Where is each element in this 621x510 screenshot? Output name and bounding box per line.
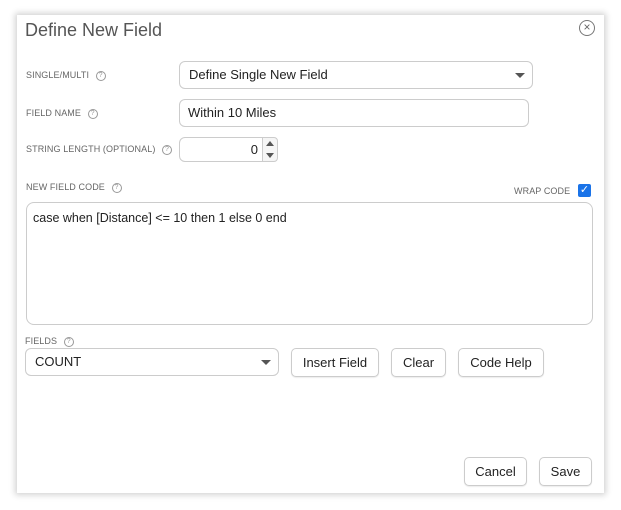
wrap-code-checkbox[interactable]: ✓: [578, 184, 591, 197]
single-multi-value: Define Single New Field: [189, 67, 328, 82]
new-field-code-label-text: NEW FIELD CODE: [26, 182, 105, 192]
single-multi-label-text: SINGLE/MULTI: [26, 70, 90, 80]
define-new-field-dialog: Define New Field × SINGLE/MULTI ? Define…: [17, 15, 604, 493]
help-icon[interactable]: ?: [87, 109, 98, 119]
single-multi-label: SINGLE/MULTI ?: [26, 70, 106, 81]
field-name-label: FIELD NAME ?: [26, 108, 98, 119]
close-icon[interactable]: ×: [579, 20, 595, 36]
string-length-stepper[interactable]: 0: [179, 137, 263, 162]
stepper-up-icon[interactable]: [266, 141, 274, 146]
field-name-input[interactable]: Within 10 Miles: [179, 99, 529, 127]
clear-button[interactable]: Clear: [391, 348, 446, 377]
chevron-down-icon: [515, 73, 525, 78]
string-length-label: STRING LENGTH (OPTIONAL) ?: [26, 144, 173, 155]
chevron-down-icon: [261, 360, 271, 365]
code-editor[interactable]: case when [Distance] <= 10 then 1 else 0…: [26, 202, 593, 325]
fields-label: FIELDS ?: [25, 336, 74, 347]
help-icon[interactable]: ?: [162, 145, 173, 155]
dialog-title: Define New Field: [25, 20, 163, 40]
fields-select[interactable]: COUNT: [25, 348, 279, 376]
code-help-button[interactable]: Code Help: [458, 348, 544, 377]
cancel-button[interactable]: Cancel: [464, 457, 527, 486]
insert-field-button[interactable]: Insert Field: [291, 348, 379, 377]
fields-value: COUNT: [35, 354, 82, 369]
stepper-down-icon[interactable]: [266, 153, 274, 158]
help-icon[interactable]: ?: [111, 183, 122, 193]
single-multi-select[interactable]: Define Single New Field: [179, 61, 533, 89]
help-icon[interactable]: ?: [63, 337, 74, 347]
save-button[interactable]: Save: [539, 457, 592, 486]
string-length-label-text: STRING LENGTH (OPTIONAL): [26, 144, 156, 154]
stepper-spin-buttons[interactable]: [262, 137, 278, 162]
new-field-code-label: NEW FIELD CODE ?: [26, 182, 122, 193]
field-name-label-text: FIELD NAME: [26, 108, 82, 118]
wrap-code-label: WRAP CODE: [514, 186, 571, 196]
help-icon[interactable]: ?: [95, 71, 106, 81]
fields-label-text: FIELDS: [25, 336, 58, 346]
